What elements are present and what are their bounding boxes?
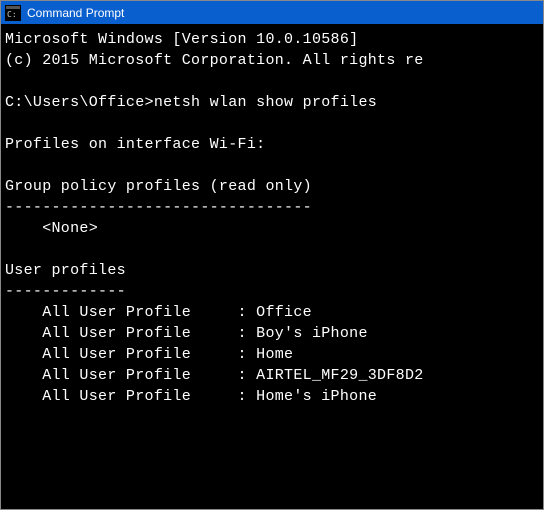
interface-line: Profiles on interface Wi-Fi: [5,136,265,153]
command-typed: netsh wlan show profiles [154,94,377,111]
window-title: Command Prompt [27,6,124,20]
banner-line-1: Microsoft Windows [Version 10.0.10586] [5,31,358,48]
profile-row: All User Profile : Home [5,344,539,365]
group-none: <None> [5,220,98,237]
console-area[interactable]: Microsoft Windows [Version 10.0.10586] (… [1,24,543,509]
group-header: Group policy profiles (read only) [5,178,312,195]
prompt: C:\Users\Office> [5,94,154,111]
titlebar[interactable]: C: Command Prompt [1,1,543,24]
profile-label: All User Profile : [5,367,256,384]
profile-row: All User Profile : Home's iPhone [5,386,539,407]
profile-label: All User Profile : [5,388,256,405]
profile-name: Home's iPhone [256,388,377,405]
profile-label: All User Profile : [5,325,256,342]
profile-name: Boy's iPhone [256,325,368,342]
profile-row: All User Profile : Boy's iPhone [5,323,539,344]
profile-row: All User Profile : AIRTEL_MF29_3DF8D2 [5,365,539,386]
svg-text:C:: C: [7,10,17,19]
profile-name: Office [256,304,312,321]
profile-row: All User Profile : Office [5,302,539,323]
cmd-icon: C: [5,5,21,21]
banner-line-2: (c) 2015 Microsoft Corporation. All righ… [5,52,424,69]
user-dashes: ------------- [5,283,126,300]
profile-label: All User Profile : [5,304,256,321]
profile-label: All User Profile : [5,346,256,363]
group-dashes: --------------------------------- [5,199,312,216]
profile-name: Home [256,346,293,363]
command-prompt-window: C: Command Prompt Microsoft Windows [Ver… [0,0,544,510]
user-header: User profiles [5,262,126,279]
profile-name: AIRTEL_MF29_3DF8D2 [256,367,423,384]
